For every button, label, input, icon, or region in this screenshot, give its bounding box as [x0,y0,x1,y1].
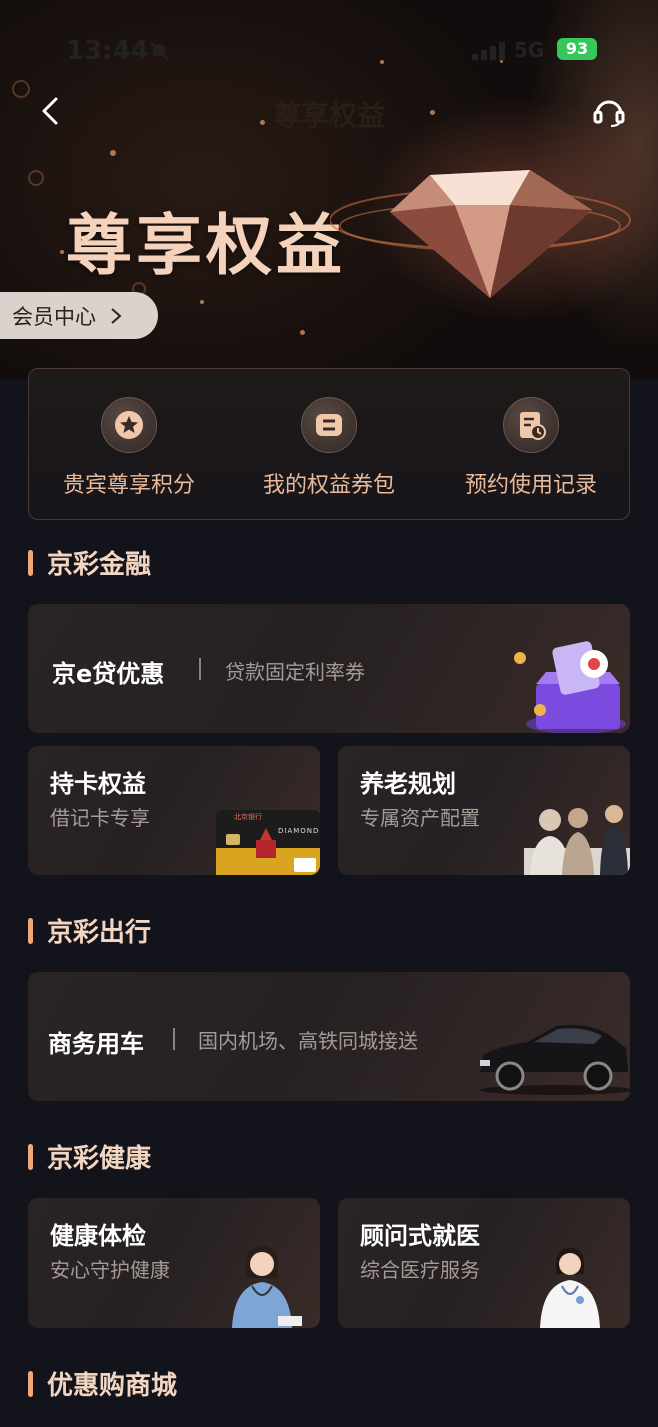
car-image [480,1025,630,1095]
card-business-car[interactable]: 商务用车 国内机场、高铁同城接送 [28,972,630,1101]
card-subtitle: 综合医疗服务 [360,1258,480,1282]
quick-icon-bg [101,397,157,453]
coupon-icon [316,414,342,436]
card-title: 京e贷优惠 [52,660,165,688]
card-title: 健康体检 [50,1222,146,1250]
bell-muted-icon [149,41,169,61]
nav-bar: 尊享权益 [0,80,658,140]
section-bar [28,1143,33,1170]
hero-title: 尊享权益 [66,207,346,284]
card-subtitle: 专属资产配置 [360,806,480,830]
section-title-health: 京彩健康 [28,1138,151,1175]
card-title: 顾问式就医 [360,1222,480,1250]
bank-card-image [216,810,320,875]
section-bar [28,549,33,576]
doctor-image [540,1248,600,1328]
card-bank-text: 北京银行 [234,813,262,821]
quick-label: 贵宾尊享积分 [62,473,195,498]
card-loan[interactable]: 京e贷优惠 贷款固定利率券 [28,604,630,733]
signal-icon [472,42,505,60]
quick-item-coupons[interactable]: 我的权益券包 [229,397,429,499]
star-badge-icon [115,411,143,439]
quick-entries: 贵宾尊享积分 我的权益券包 预约使用记录 [28,368,630,520]
page-title: 尊享权益 [272,99,385,132]
sparkle [60,250,64,254]
section-title-text: 京彩出行 [47,918,152,948]
card-medical-advisor[interactable]: 顾问式就医 综合医疗服务 [338,1198,630,1328]
member-center-button[interactable]: 会员中心 [0,292,158,339]
card-title: 商务用车 [48,1030,144,1058]
card-title: 养老规划 [360,770,456,798]
card-pension[interactable]: 养老规划 专属资产配置 [338,746,630,875]
pension-advisors-image [524,805,630,875]
quick-item-records[interactable]: 预约使用记录 [431,397,631,499]
section-title-travel: 京彩出行 [28,912,151,949]
card-holder-benefits[interactable]: 持卡权益 借记卡专享 DIAMOND 北京银行 [28,746,320,875]
member-center-label: 会员中心 [12,304,96,329]
headset-icon[interactable] [592,96,626,128]
section-title-text: 优惠购商城 [47,1371,178,1401]
record-icon [520,412,546,440]
section-title-finance: 京彩金融 [28,544,151,581]
quick-label: 我的权益券包 [262,473,395,498]
quick-icon-bg [503,397,559,453]
divider [173,1028,175,1050]
quick-icon-bg [301,397,357,453]
sparkle [300,330,305,335]
network-type: 5G [514,38,545,62]
card-subtitle: 安心守护健康 [50,1258,170,1282]
nurse-image [232,1246,302,1328]
chevron-right-icon [111,307,122,324]
status-time: 13:44 [66,36,149,66]
quick-label: 预约使用记录 [464,473,597,498]
card-brand-text: DIAMOND [278,827,320,835]
diamond-image [330,170,631,298]
card-subtitle: 贷款固定利率券 [225,660,365,684]
section-bar [28,917,33,944]
card-health-checkup[interactable]: 健康体检 安心守护健康 [28,1198,320,1328]
card-subtitle: 借记卡专享 [50,806,150,830]
hero-banner: 13:44 5G 93 尊享权益 尊享权益 会员中心 [0,0,658,380]
section-bar [28,1370,33,1397]
status-bar: 13:44 5G 93 [0,28,658,72]
sparkle [200,300,204,304]
card-title: 持卡权益 [50,770,146,798]
sparkle [110,150,116,156]
section-title-mall: 优惠购商城 [28,1365,177,1402]
card-subtitle: 国内机场、高铁同城接送 [198,1029,418,1053]
sparkle [28,170,44,186]
section-title-text: 京彩金融 [47,550,152,580]
loan-gift-box-image [514,641,626,733]
section-title-text: 京彩健康 [47,1144,152,1174]
battery-indicator: 93 [557,38,597,60]
quick-item-points[interactable]: 贵宾尊享积分 [29,397,229,499]
divider [199,658,201,680]
